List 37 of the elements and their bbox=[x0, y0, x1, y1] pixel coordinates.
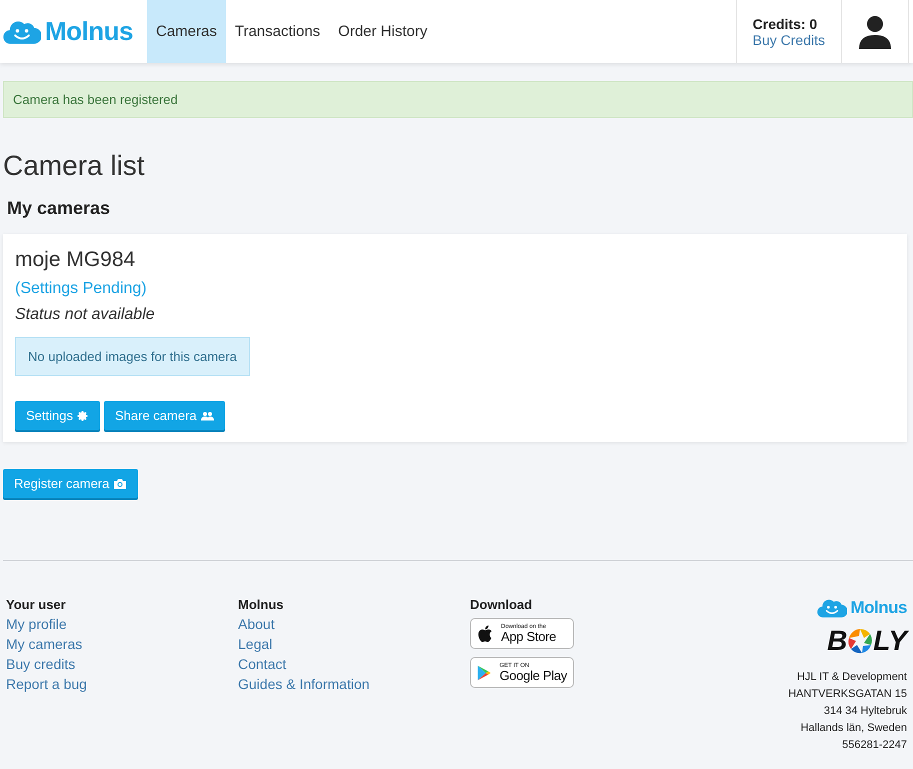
camera-name: moje MG984 bbox=[15, 248, 136, 272]
nav-tab[interactable]: Transactions bbox=[226, 0, 330, 63]
partner-logo-text: LY bbox=[873, 624, 907, 657]
footer-link[interactable]: My cameras bbox=[6, 636, 238, 652]
buy-credits-link[interactable]: Buy Credits bbox=[752, 32, 825, 48]
store-name: App Store bbox=[501, 630, 556, 643]
footer-link[interactable]: My profile bbox=[6, 616, 238, 632]
footer-link[interactable]: Legal bbox=[238, 636, 470, 652]
address-line: 314 34 Hyltebruk bbox=[824, 704, 907, 719]
footer-link[interactable]: About bbox=[238, 616, 470, 632]
address-line: 556281-2247 bbox=[842, 738, 907, 753]
footer-heading: Molnus bbox=[238, 597, 284, 612]
footer-heading: Download bbox=[470, 597, 534, 612]
credits-balance: Credits: 0 bbox=[752, 16, 818, 32]
footer-link[interactable]: Guides & Information bbox=[238, 676, 470, 692]
footer-link[interactable]: Report a bug bbox=[6, 676, 238, 692]
share-button[interactable]: Share camera bbox=[104, 401, 225, 430]
brand-logo: Molnus bbox=[850, 598, 907, 618]
nav-tab[interactable]: Cameras bbox=[147, 0, 226, 63]
success-alert: Camera has been registered bbox=[3, 81, 913, 118]
footer-link[interactable]: Contact bbox=[238, 656, 470, 672]
brand-logo: Molnus bbox=[45, 16, 133, 47]
address-line: HJL IT & Development bbox=[796, 670, 907, 685]
settings-status-link[interactable]: (Settings Pending) bbox=[15, 280, 147, 298]
info-notice: No uploaded images for this camera bbox=[15, 337, 250, 376]
address-line: Hallands län, Sweden bbox=[800, 720, 907, 736]
partner-logo-text: B bbox=[827, 624, 848, 657]
address-line: HANTVERKSGATAN 15 bbox=[788, 686, 907, 702]
store-name: Google Play bbox=[499, 669, 567, 682]
camera-status: Status not available bbox=[15, 306, 155, 324]
footer-link[interactable]: Buy credits bbox=[6, 656, 238, 672]
footer-heading: Your user bbox=[6, 597, 67, 612]
page-title: Camera list bbox=[3, 150, 146, 182]
register-camera-button[interactable]: Register camera bbox=[3, 469, 138, 498]
settings-button[interactable]: Settings bbox=[15, 401, 100, 430]
section-heading: My cameras bbox=[7, 198, 112, 219]
nav-tab[interactable]: Order History bbox=[329, 0, 436, 63]
